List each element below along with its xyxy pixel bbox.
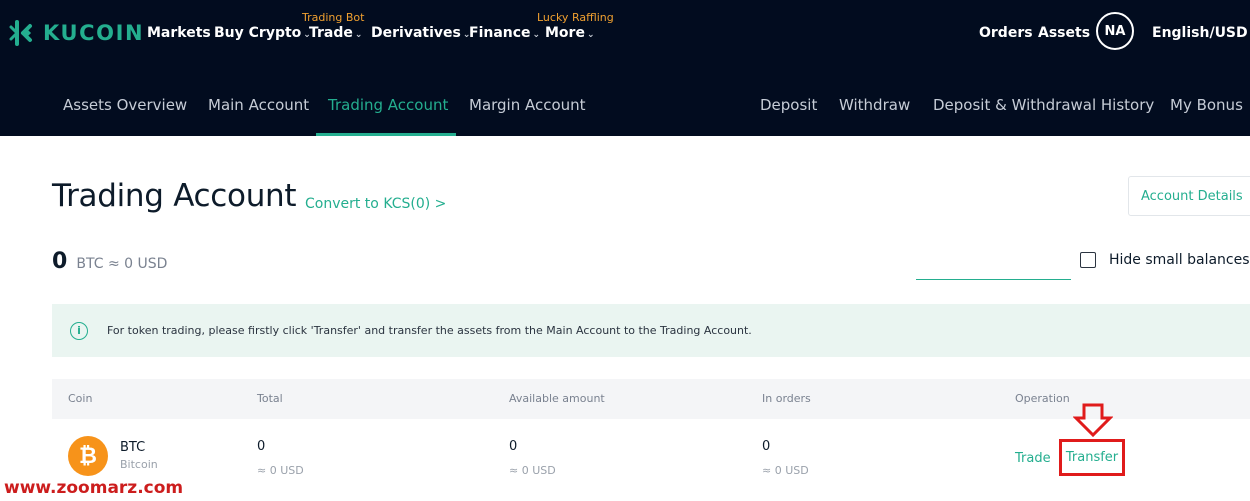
total-usd: ≈ 0 USD bbox=[257, 464, 304, 477]
nav-more[interactable]: More ⌄ bbox=[545, 25, 595, 41]
page-title: Trading Account bbox=[52, 178, 297, 214]
hide-small-balances-checkbox[interactable] bbox=[1080, 252, 1096, 268]
bitcoin-glyph: ₿ bbox=[79, 444, 97, 469]
chevron-down-icon: ⌄ bbox=[532, 30, 541, 40]
total-value: 0 bbox=[257, 439, 266, 454]
account-details-label: Account Details bbox=[1141, 188, 1243, 204]
top-navigation-bar: KUCOIN Markets Buy Crypto ⌄ Trading Bot T… bbox=[0, 0, 1250, 136]
nav-trade-label: Trade bbox=[309, 25, 353, 41]
watermark: www.zoomarz.com bbox=[4, 478, 184, 498]
chevron-down-icon: ⌄ bbox=[354, 30, 363, 40]
nav-buy-crypto-label: Buy Crypto bbox=[214, 25, 302, 41]
column-coin: Coin bbox=[68, 392, 93, 405]
transfer-highlight-box: Transfer bbox=[1059, 439, 1125, 476]
column-in-orders: In orders bbox=[762, 392, 811, 405]
trade-link[interactable]: Trade bbox=[1015, 451, 1051, 466]
info-notice: i For token trading, please firstly clic… bbox=[52, 304, 1250, 357]
account-details-button[interactable]: Account Details bbox=[1128, 176, 1250, 216]
language-selector[interactable]: English/USD bbox=[1152, 25, 1248, 41]
balance-value: 0 bbox=[52, 249, 68, 274]
available-value: 0 bbox=[509, 439, 518, 454]
nav-finance[interactable]: Finance ⌄ bbox=[469, 25, 540, 41]
in-orders-usd: ≈ 0 USD bbox=[762, 464, 809, 477]
nav-trade[interactable]: Trade ⌄ bbox=[309, 25, 362, 41]
chevron-down-icon: ⌄ bbox=[586, 30, 595, 40]
subnav-trading-account[interactable]: Trading Account bbox=[328, 96, 448, 114]
column-available: Available amount bbox=[509, 392, 605, 405]
subnav-assets-overview[interactable]: Assets Overview bbox=[63, 96, 187, 114]
convert-to-kcs-link[interactable]: Convert to KCS(0) > bbox=[305, 196, 446, 212]
logo-wordmark: KUCOIN bbox=[43, 21, 145, 45]
table-header: Coin Total Available amount In orders Op… bbox=[52, 379, 1250, 419]
available-usd: ≈ 0 USD bbox=[509, 464, 556, 477]
column-total: Total bbox=[257, 392, 283, 405]
subnav-my-bonus[interactable]: My Bonus bbox=[1170, 96, 1243, 114]
nav-markets-label: Markets bbox=[147, 25, 211, 41]
trading-bot-badge: Trading Bot bbox=[302, 11, 365, 24]
nav-buy-crypto[interactable]: Buy Crypto ⌄ bbox=[214, 25, 311, 41]
avatar[interactable]: NA bbox=[1096, 12, 1134, 50]
total-balance: 0 BTC ≈ 0 USD bbox=[52, 249, 167, 274]
coin-search-input[interactable] bbox=[916, 279, 1071, 280]
annotation-arrow-down-icon bbox=[1073, 403, 1113, 437]
in-orders-value: 0 bbox=[762, 439, 771, 454]
info-icon: i bbox=[70, 321, 88, 340]
nav-markets[interactable]: Markets bbox=[147, 25, 211, 41]
balance-unit: BTC ≈ 0 USD bbox=[76, 256, 168, 272]
transfer-link[interactable]: Transfer bbox=[1066, 450, 1118, 465]
kucoin-logo-icon bbox=[9, 20, 32, 46]
active-tab-indicator bbox=[316, 133, 456, 136]
subnav-deposit-withdrawal-history[interactable]: Deposit & Withdrawal History bbox=[933, 96, 1154, 114]
avatar-initials: NA bbox=[1104, 23, 1126, 39]
hide-small-balances-toggle[interactable]: Hide small balances bbox=[1080, 252, 1250, 268]
notice-text: For token trading, please firstly click … bbox=[107, 324, 752, 337]
nav-derivatives-label: Derivatives bbox=[371, 25, 461, 41]
orders-link[interactable]: Orders bbox=[979, 25, 1033, 41]
subnav-main-account[interactable]: Main Account bbox=[208, 96, 309, 114]
subnav-margin-account[interactable]: Margin Account bbox=[469, 96, 586, 114]
assets-link[interactable]: Assets bbox=[1038, 25, 1090, 41]
subnav-deposit[interactable]: Deposit bbox=[760, 96, 817, 114]
nav-finance-label: Finance bbox=[469, 25, 531, 41]
nav-derivatives[interactable]: Derivatives ⌄ bbox=[371, 25, 470, 41]
lucky-raffling-badge: Lucky Raffling bbox=[537, 11, 614, 24]
subnav-withdraw[interactable]: Withdraw bbox=[839, 96, 910, 114]
nav-more-label: More bbox=[545, 25, 585, 41]
coin-symbol: BTC bbox=[120, 440, 146, 455]
hide-small-balances-label: Hide small balances bbox=[1109, 252, 1250, 268]
bitcoin-icon: ₿ bbox=[68, 436, 108, 476]
kucoin-logo[interactable]: KUCOIN bbox=[8, 18, 144, 48]
column-operation: Operation bbox=[1015, 392, 1070, 405]
coin-name: Bitcoin bbox=[120, 458, 158, 471]
